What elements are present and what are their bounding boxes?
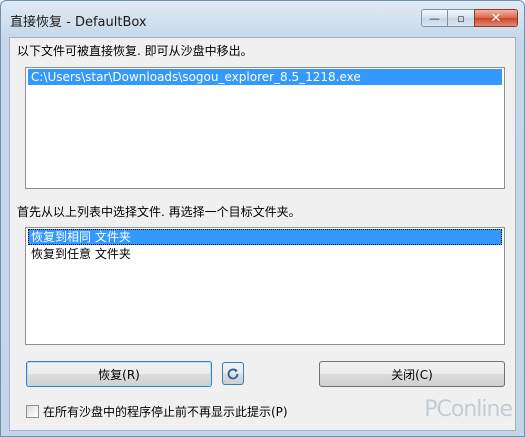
files-label: 以下文件可被直接恢复. 即可从沙盘中移出。 <box>17 44 253 58</box>
dont-show-again-row[interactable]: 在所有沙盘中的程序停止前不再显示此提示(P) <box>26 403 288 420</box>
minimize-button[interactable]: — <box>421 9 448 27</box>
minimize-icon: — <box>429 11 440 25</box>
target-option-label: 恢复到相同 文件夹 <box>31 230 131 244</box>
dont-show-again-label: 在所有沙盘中的程序停止前不再显示此提示(P) <box>43 405 288 419</box>
refresh-icon <box>227 368 239 379</box>
target-option-same-folder[interactable]: 恢复到相同 文件夹 <box>28 229 502 245</box>
maximize-button[interactable]: ▫ <box>447 9 475 27</box>
target-label: 首先从以上列表中选择文件. 再选择一个目标文件夹。 <box>17 205 301 219</box>
caption-buttons: — ▫ ✕ <box>421 9 518 28</box>
files-listbox[interactable]: C:\Users\star\Downloads\sogou_explorer_8… <box>25 67 505 189</box>
close-button[interactable]: 关闭(C) <box>319 361 505 387</box>
target-folder-listbox[interactable]: 恢复到相同 文件夹 恢复到任意 文件夹 <box>25 227 505 345</box>
close-button-label: 关闭(C) <box>391 367 433 382</box>
refresh-button[interactable] <box>222 362 244 385</box>
restore-button[interactable]: 恢复(R) <box>26 361 212 387</box>
close-icon: ✕ <box>490 10 502 26</box>
file-list-item[interactable]: C:\Users\star\Downloads\sogou_explorer_8… <box>28 69 502 85</box>
maximize-icon: ▫ <box>457 11 465 25</box>
restore-button-label: 恢复(R) <box>98 367 140 382</box>
target-option-any-folder[interactable]: 恢复到任意 文件夹 <box>28 246 502 262</box>
window-title: 直接恢复 - DefaultBox <box>10 15 147 30</box>
title-bar[interactable]: 直接恢复 - DefaultBox — ▫ ✕ <box>1 1 524 37</box>
file-path-text: C:\Users\star\Downloads\sogou_explorer_8… <box>31 70 361 84</box>
close-window-button[interactable]: ✕ <box>474 9 518 27</box>
target-option-label: 恢复到任意 文件夹 <box>31 247 131 261</box>
dont-show-again-checkbox[interactable] <box>26 405 39 418</box>
restore-dialog-window: 直接恢复 - DefaultBox — ▫ ✕ 以下文件可被直接恢复. 即可从沙… <box>0 0 525 437</box>
watermark-logo: PConline <box>424 397 513 422</box>
